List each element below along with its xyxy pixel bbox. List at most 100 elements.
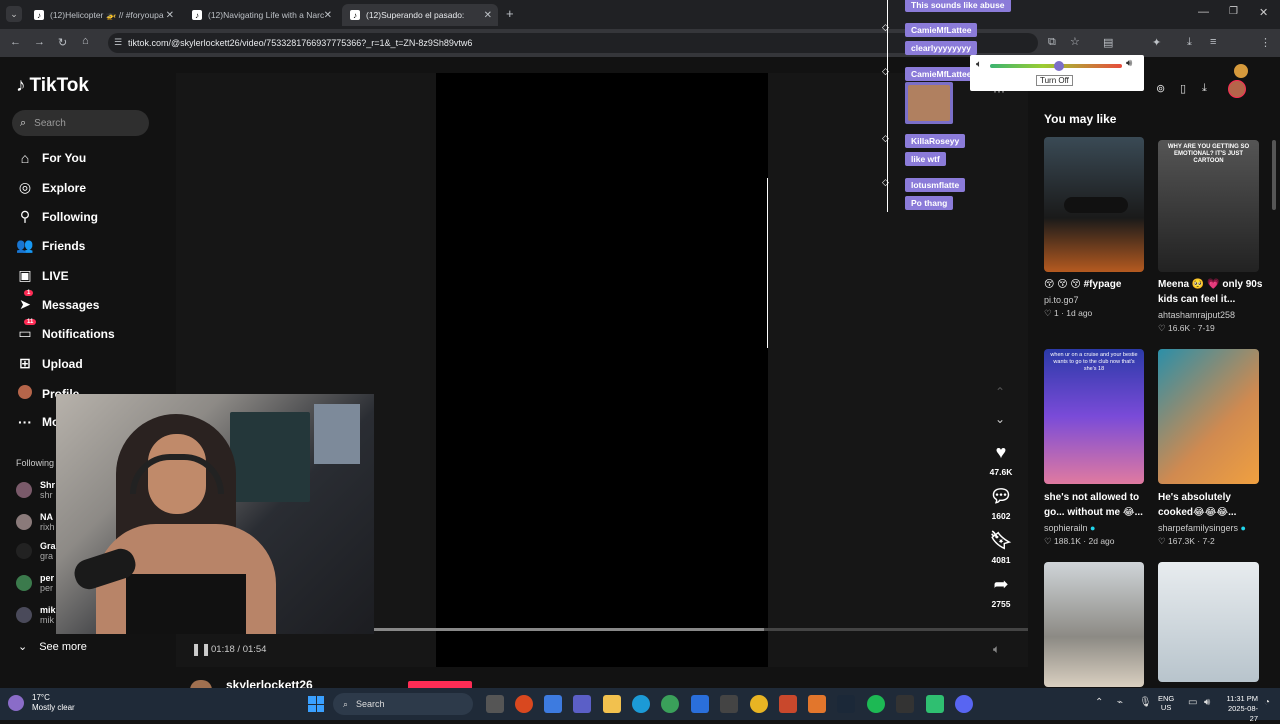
task-view-icon[interactable] <box>486 695 504 713</box>
video-thumbnail[interactable]: WHY ARE YOU GETTING SO EMOTIONAL? IT'S J… <box>1158 140 1259 272</box>
nav-notifications[interactable]: ▭ 11 Notifications <box>16 319 115 342</box>
turn-off-button[interactable]: Turn Off <box>1036 75 1073 86</box>
tray-icon[interactable]: ⌁ <box>1117 697 1123 708</box>
nav-more[interactable]: ··· Mo <box>16 414 59 430</box>
more-options-icon[interactable]: ··· <box>993 84 1005 98</box>
video-author[interactable]: ahtashamrajput258 <box>1158 310 1235 320</box>
volume-high-icon[interactable]: 🔊︎ <box>1126 58 1132 69</box>
bookmark-star-icon[interactable]: ☆ <box>1070 35 1080 48</box>
phone-icon[interactable]: ▯ <box>1180 82 1186 95</box>
reload-icon[interactable]: ↻ <box>58 36 67 49</box>
save-button[interactable]: 🔖︎ 4081 <box>981 530 1021 565</box>
notification-bell-icon[interactable]: ◔ <box>1264 697 1270 708</box>
video-thumbnail[interactable] <box>1044 137 1144 272</box>
video-title[interactable]: she's not allowed to go... without me 😂.… <box>1044 490 1150 520</box>
comment-button[interactable]: 💬︎ 1602 <box>981 486 1021 521</box>
taskbar-search[interactable]: ⌕ Search <box>333 693 473 715</box>
video-author[interactable]: sharpefamilysingers ● <box>1158 523 1246 533</box>
video-thumbnail[interactable] <box>1158 562 1259 682</box>
app-icon[interactable] <box>691 695 709 713</box>
app-icon[interactable] <box>544 695 562 713</box>
following-account[interactable]: per per <box>16 573 54 593</box>
start-button[interactable] <box>308 696 324 712</box>
avatar[interactable] <box>1228 80 1246 98</box>
download-icon[interactable]: ⤓ <box>1187 36 1192 49</box>
settings-icon[interactable]: ⊚ <box>1156 82 1165 95</box>
network-icon[interactable]: ▭ <box>1188 697 1197 708</box>
following-account[interactable]: mik mik <box>16 605 56 625</box>
language-indicator[interactable]: ENG US <box>1158 694 1174 712</box>
previous-video-icon[interactable]: ⌃ <box>995 385 1005 399</box>
video-thumbnail[interactable]: when ur on a cruise and your bestie want… <box>1044 349 1144 484</box>
close-icon[interactable]: ✕ <box>166 10 174 21</box>
microphone-icon[interactable]: 🎙︎ <box>1139 697 1152 708</box>
tray-chevron-icon[interactable]: ⌃ <box>1095 697 1103 708</box>
share-button[interactable]: ➦ 2755 <box>981 574 1021 609</box>
volume-slider[interactable] <box>990 61 1122 71</box>
search-input[interactable]: ⌕ Search <box>12 110 149 136</box>
following-account[interactable]: Shr shr <box>16 480 55 500</box>
following-account[interactable]: NA rixh <box>16 512 55 532</box>
video-author[interactable]: sophierailn ● <box>1044 523 1095 533</box>
nav-friends[interactable]: 👥 Friends <box>16 237 85 254</box>
edge-icon[interactable] <box>632 695 650 713</box>
back-icon[interactable]: ← <box>10 36 21 48</box>
video-title[interactable]: 😚 😚 😚 #fypage <box>1044 277 1150 292</box>
next-video-icon[interactable]: ⌄ <box>995 412 1005 426</box>
see-more-button[interactable]: ⌄ See more <box>18 640 87 654</box>
kebab-menu-icon[interactable]: ⋮ <box>1260 36 1271 49</box>
pause-icon[interactable]: ❚❚ <box>191 642 211 656</box>
chrome-icon[interactable] <box>750 695 768 713</box>
forward-icon[interactable]: → <box>34 36 45 48</box>
like-button[interactable]: ♥ 47.6K <box>981 442 1021 477</box>
nav-messages[interactable]: ➤ 1 Messages <box>16 290 99 313</box>
app-icon[interactable] <box>808 695 826 713</box>
nav-live[interactable]: ▣ LIVE <box>16 267 68 284</box>
new-tab-icon[interactable]: + <box>506 6 514 21</box>
app-icon[interactable] <box>720 695 738 713</box>
following-account[interactable]: Gra gra <box>16 541 56 561</box>
discord-icon[interactable] <box>955 695 973 713</box>
follow-button[interactable] <box>408 681 472 688</box>
video-thumbnail[interactable] <box>1044 562 1144 687</box>
speaker-icon[interactable]: 🔊︎ <box>1204 697 1210 708</box>
weather-widget[interactable]: 17°C Mostly clear <box>8 693 75 713</box>
page-scrollbar[interactable] <box>1272 140 1276 210</box>
app-icon[interactable] <box>661 695 679 713</box>
mute-icon[interactable]: 🔈︎ <box>993 642 1000 657</box>
browser-tab[interactable]: ♪ (12)Helicopter 🚁 // #foryoupa ✕ <box>26 4 180 26</box>
volume-slider-thumb[interactable] <box>1053 61 1064 71</box>
volume-low-icon[interactable]: 🔈︎ <box>976 59 982 70</box>
app-icon[interactable] <box>926 695 944 713</box>
puzzle-icon[interactable]: ✦ <box>1152 36 1161 49</box>
app-icon[interactable] <box>779 695 797 713</box>
spotify-icon[interactable] <box>867 695 885 713</box>
close-icon[interactable]: ✕ <box>324 10 332 21</box>
close-icon[interactable]: ✕ <box>484 10 492 21</box>
browser-tab-active[interactable]: ♪ (12)Superando el pasado: ✕ <box>342 4 498 26</box>
browser-tab[interactable]: ♪ (12)Navigating Life with a Narc ✕ <box>184 4 338 26</box>
nav-upload[interactable]: ⊞ Upload <box>16 355 83 372</box>
video-player[interactable] <box>436 73 768 667</box>
app-icon[interactable] <box>515 695 533 713</box>
nav-explore[interactable]: ◎ Explore <box>16 179 86 196</box>
steam-icon[interactable] <box>837 695 855 713</box>
install-icon[interactable]: ⧉ <box>1048 36 1056 49</box>
home-icon[interactable]: ⌂ <box>82 35 89 47</box>
close-window-icon[interactable]: ✕ <box>1259 6 1268 19</box>
extension-icon[interactable]: ▤ <box>1103 36 1113 49</box>
app-icon[interactable] <box>573 695 591 713</box>
app-icon[interactable] <box>896 695 914 713</box>
site-info-icon[interactable]: ☰ <box>114 37 122 48</box>
download-icon[interactable]: ⤓ <box>1202 82 1207 95</box>
profile-avatar[interactable] <box>1234 64 1248 78</box>
tiktok-logo[interactable]: ♪ TikTok <box>16 75 89 97</box>
video-title[interactable]: He's absolutely cooked😂😂😂... <box>1158 490 1264 520</box>
minimize-icon[interactable]: — <box>1198 6 1209 18</box>
video-thumbnail[interactable] <box>1158 349 1259 484</box>
video-title[interactable]: Meena 🥺 💗 only 90s kids can feel it... <box>1158 277 1264 307</box>
file-explorer-icon[interactable] <box>603 695 621 713</box>
tab-search-icon[interactable]: ⌄ <box>6 6 22 22</box>
video-author[interactable]: pi.to.go7 <box>1044 295 1079 305</box>
media-icon[interactable]: ≡ <box>1210 36 1216 48</box>
